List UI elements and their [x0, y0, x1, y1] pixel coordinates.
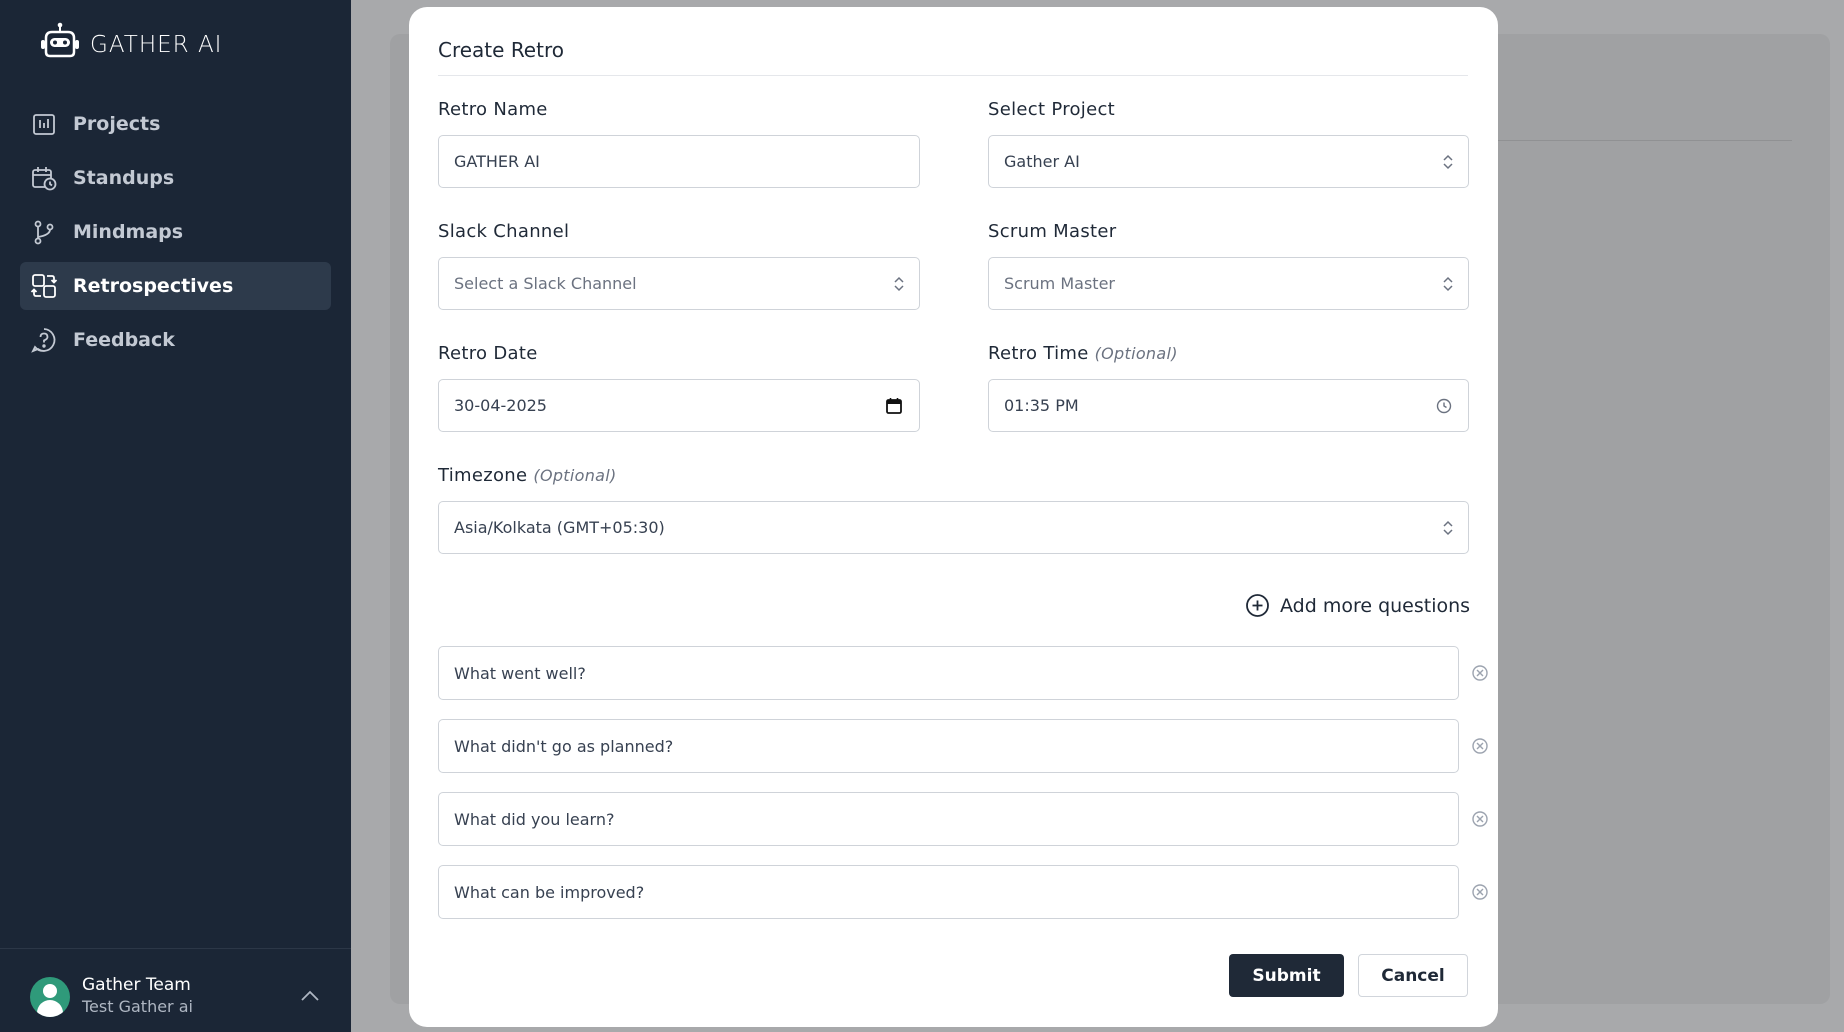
slack-channel-label: Slack Channel	[438, 221, 570, 242]
modal-divider	[438, 75, 1468, 76]
retro-name-value: GATHER AI	[454, 152, 540, 171]
optional-tag: (Optional)	[533, 466, 617, 485]
git-branch-icon	[30, 218, 58, 246]
user-subtitle: Test Gather ai	[82, 997, 193, 1016]
updown-chevron-icon	[1443, 276, 1453, 291]
question-input-2[interactable]: What didn't go as planned?	[438, 719, 1459, 773]
scrum-master-label: Scrum Master	[988, 221, 1117, 242]
remove-circle-icon[interactable]	[1471, 664, 1489, 682]
user-name: Gather Team	[82, 975, 191, 995]
projects-icon	[30, 110, 58, 138]
cancel-button[interactable]: Cancel	[1358, 954, 1468, 997]
select-project-dropdown[interactable]: Gather AI	[988, 135, 1469, 188]
clock-icon[interactable]	[1436, 398, 1452, 414]
question-text: What didn't go as planned?	[454, 736, 674, 756]
sidebar-item-projects[interactable]: Projects	[20, 100, 331, 148]
avatar	[30, 977, 70, 1017]
slack-channel-placeholder: Select a Slack Channel	[454, 274, 637, 293]
help-bubble-icon	[30, 326, 58, 354]
updown-chevron-icon	[894, 276, 904, 291]
sidebar-item-feedback[interactable]: Feedback	[20, 316, 331, 364]
remove-circle-icon[interactable]	[1471, 810, 1489, 828]
question-input-1[interactable]: What went well?	[438, 646, 1459, 700]
retro-date-value: 30-04-2025	[454, 396, 547, 415]
app-logo[interactable]: GATHER AI	[38, 22, 222, 60]
slack-channel-dropdown[interactable]: Select a Slack Channel	[438, 257, 920, 310]
timezone-label-text: Timezone	[438, 465, 528, 486]
retro-icon	[30, 272, 58, 300]
select-project-value: Gather AI	[1004, 152, 1080, 171]
calendar-icon[interactable]	[885, 397, 903, 415]
scrum-master-placeholder: Scrum Master	[1004, 274, 1115, 293]
sidebar-item-label: Feedback	[73, 329, 175, 351]
retro-time-input[interactable]: 01:35 PM	[988, 379, 1469, 432]
retro-date-label: Retro Date	[438, 343, 538, 364]
timezone-label: Timezone (Optional)	[438, 465, 617, 486]
retro-time-label: Retro Time (Optional)	[988, 343, 1178, 364]
chevron-up-icon[interactable]	[300, 989, 320, 1003]
create-retro-modal: Create Retro Retro Name GATHER AI Select…	[409, 7, 1498, 1027]
app-name: GATHER AI	[90, 32, 223, 58]
modal-title: Create Retro	[438, 38, 564, 62]
question-input-4[interactable]: What can be improved?	[438, 865, 1459, 919]
question-text: What did you learn?	[454, 809, 615, 829]
sidebar-item-retrospectives[interactable]: Retrospectives	[20, 262, 331, 310]
timezone-dropdown[interactable]: Asia/Kolkata (GMT+05:30)	[438, 501, 1469, 554]
sidebar: GATHER AI Projects Standups Mindmaps Ret…	[0, 0, 351, 1032]
background-divider	[1498, 140, 1792, 141]
question-input-3[interactable]: What did you learn?	[438, 792, 1459, 846]
retro-date-input[interactable]: 30-04-2025	[438, 379, 920, 432]
add-more-questions-button[interactable]: Add more questions	[1245, 593, 1470, 618]
sidebar-item-label: Projects	[73, 113, 161, 135]
calendar-clock-icon	[30, 164, 58, 192]
scrum-master-dropdown[interactable]: Scrum Master	[988, 257, 1469, 310]
sidebar-item-standups[interactable]: Standups	[20, 154, 331, 202]
timezone-value: Asia/Kolkata (GMT+05:30)	[454, 518, 665, 537]
optional-tag: (Optional)	[1094, 344, 1178, 363]
retro-time-value: 01:35 PM	[1004, 396, 1079, 415]
updown-chevron-icon	[1443, 520, 1453, 535]
sidebar-item-mindmaps[interactable]: Mindmaps	[20, 208, 331, 256]
question-text: What went well?	[454, 663, 586, 683]
sidebar-nav: Projects Standups Mindmaps Retrospective…	[20, 100, 331, 370]
retro-name-input[interactable]: GATHER AI	[438, 135, 920, 188]
sidebar-item-label: Retrospectives	[73, 275, 234, 297]
question-text: What can be improved?	[454, 882, 645, 902]
retro-name-label: Retro Name	[438, 99, 548, 120]
add-more-questions-label: Add more questions	[1280, 594, 1471, 617]
select-project-label: Select Project	[988, 99, 1116, 120]
user-profile[interactable]: Gather Team Test Gather ai	[0, 948, 351, 1032]
sidebar-item-label: Standups	[73, 167, 175, 189]
retro-time-label-text: Retro Time	[988, 343, 1089, 364]
submit-button[interactable]: Submit	[1229, 954, 1344, 997]
updown-chevron-icon	[1443, 154, 1453, 169]
sidebar-item-label: Mindmaps	[73, 221, 184, 243]
remove-circle-icon[interactable]	[1471, 737, 1489, 755]
robot-logo-icon	[41, 22, 79, 58]
remove-circle-icon[interactable]	[1471, 883, 1489, 901]
plus-circle-icon	[1246, 594, 1269, 617]
